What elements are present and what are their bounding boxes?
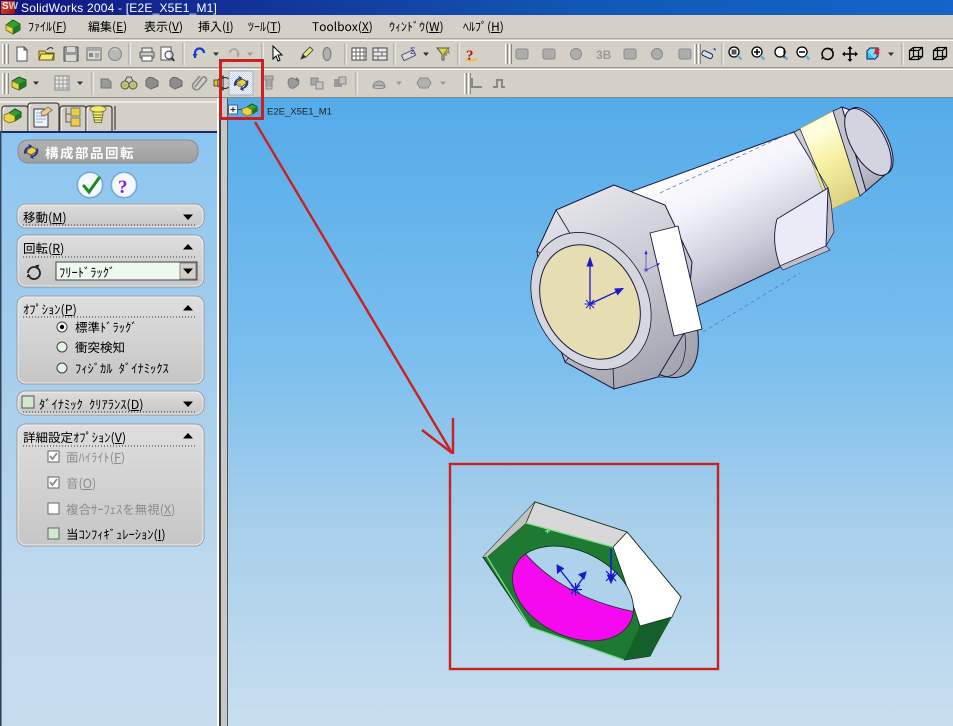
svg-text:E2E_X5E1_M1: E2E_X5E1_M1 bbox=[267, 107, 332, 118]
